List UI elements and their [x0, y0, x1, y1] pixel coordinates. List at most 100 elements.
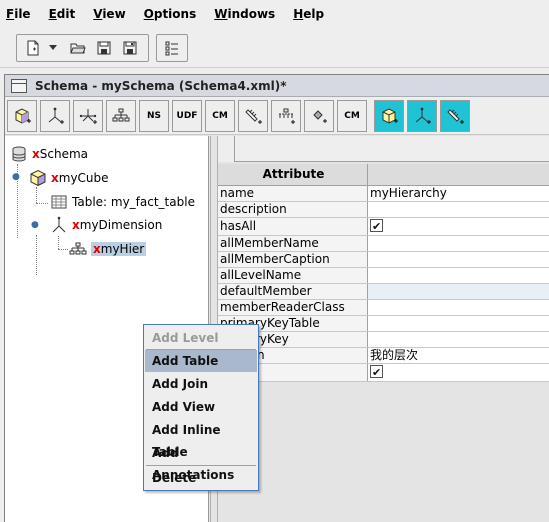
tree-connector — [36, 235, 37, 275]
add-dimension-usage-icon[interactable] — [73, 99, 103, 132]
tree-node-hierarchy[interactable]: xmyHier — [69, 239, 147, 259]
attribute-value[interactable] — [368, 252, 549, 267]
attribute-row[interactable]: primaryKey — [218, 332, 549, 348]
attribute-table: Attribute name myHierarchy description hasA… — [218, 164, 549, 382]
schema-icon — [10, 145, 28, 163]
context-menu-item[interactable]: Add Annotations — [145, 442, 257, 482]
context-menu-item[interactable]: Add Inline Table — [145, 419, 257, 459]
prefs-toolbar-group — [156, 34, 188, 62]
frame-title: Schema - mySchema (Schema4.xml)* — [35, 78, 287, 93]
attribute-row[interactable]: caption我的层次 — [218, 348, 549, 364]
attribute-name: allLevelName — [218, 268, 368, 283]
attribute-row[interactable]: description — [218, 202, 549, 218]
menu-view[interactable]: View — [91, 5, 127, 23]
add-virtual-dimension-icon[interactable] — [407, 99, 437, 132]
attribute-value[interactable] — [368, 332, 549, 347]
context-menu-item[interactable]: Delete — [145, 467, 257, 489]
menu-windows[interactable]: Windows — [212, 5, 277, 23]
add-cm-property-icon[interactable]: CM — [337, 99, 367, 132]
attribute-row[interactable]: allMemberName — [218, 236, 549, 252]
add-named-set-icon[interactable]: NS — [139, 99, 169, 132]
attribute-row[interactable]: visible — [218, 364, 549, 382]
context-menu-item: Add Level — [152, 331, 219, 345]
tree-node-table[interactable]: Table: my_fact_table — [50, 192, 195, 212]
add-hierarchy-icon[interactable] — [106, 99, 136, 132]
attribute-row[interactable]: hasAll — [218, 218, 549, 236]
attribute-value[interactable]: myHierarchy — [368, 186, 549, 201]
schema-frame: Schema - mySchema (Schema4.xml)* NS UDF … — [4, 74, 549, 522]
attribute-value[interactable] — [368, 268, 549, 283]
menu-options[interactable]: Options — [142, 5, 199, 23]
context-menu-item[interactable]: Add Join — [145, 373, 257, 395]
dimension-icon — [50, 216, 68, 234]
tree-connector — [58, 249, 68, 250]
attribute-row[interactable]: name myHierarchy — [218, 186, 549, 202]
value-column-header — [368, 164, 549, 185]
preferences-icon[interactable] — [161, 37, 183, 59]
attribute-value[interactable] — [368, 202, 549, 217]
attribute-panel: Attribute name myHierarchy description hasA… — [218, 136, 549, 522]
attribute-column-header: Attribute — [218, 164, 368, 185]
attribute-row[interactable]: defaultMember — [218, 284, 549, 300]
context-menu-item[interactable]: Add Table — [145, 350, 257, 372]
attribute-name: allMemberName — [218, 236, 368, 251]
attribute-value[interactable] — [368, 316, 549, 331]
attribute-panel-header — [218, 136, 549, 162]
attribute-name: hasAll — [218, 218, 368, 235]
attribute-name: defaultMember — [218, 284, 368, 299]
dropdown-arrow-icon[interactable] — [47, 37, 59, 59]
tree-node-schema[interactable]: x Schema — [10, 144, 88, 164]
attribute-row[interactable]: allMemberCaption — [218, 252, 549, 268]
menu-help[interactable]: Help — [291, 5, 326, 23]
add-measure-icon[interactable] — [238, 99, 268, 132]
attribute-checkbox[interactable] — [368, 364, 549, 381]
menu-bar: File Edit View Options Windows Help — [0, 0, 549, 28]
menu-file[interactable]: File — [4, 5, 33, 23]
checkbox-checked-icon[interactable] — [370, 364, 383, 381]
menu-separator — [146, 465, 256, 466]
menu-edit[interactable]: Edit — [47, 5, 78, 23]
main-toolbar — [0, 28, 549, 68]
attribute-row[interactable]: allLevelName — [218, 268, 549, 284]
checkbox-checked-icon[interactable] — [370, 218, 383, 235]
add-virtual-measure-icon[interactable] — [440, 99, 470, 132]
attribute-value[interactable] — [368, 284, 549, 299]
selected-node-label: xmyHier — [91, 242, 147, 256]
attribute-value[interactable] — [368, 236, 549, 251]
save-as-icon[interactable] — [118, 37, 142, 59]
header-corner — [218, 136, 235, 162]
add-property-icon[interactable] — [304, 99, 334, 132]
attribute-row[interactable]: memberReaderClass — [218, 300, 549, 316]
attribute-checkbox[interactable] — [368, 218, 549, 235]
tree-node-cube[interactable]: x myCube — [29, 168, 109, 188]
attribute-name: description — [218, 202, 368, 217]
new-icon[interactable] — [21, 37, 45, 59]
add-udf-icon[interactable]: UDF — [172, 99, 202, 132]
add-cube-icon[interactable] — [7, 99, 37, 132]
add-virtual-cube-icon[interactable] — [374, 99, 404, 132]
tree-connector — [36, 187, 37, 203]
cube-icon — [29, 169, 47, 187]
menu-separator — [146, 349, 256, 350]
attribute-value[interactable]: 我的层次 — [368, 348, 549, 363]
expand-handle-icon[interactable]: ● — [12, 172, 20, 182]
tree-node-dimension[interactable]: x myDimension — [50, 215, 162, 235]
open-icon[interactable] — [66, 37, 90, 59]
attribute-name: memberReaderClass — [218, 300, 368, 315]
attribute-name: name — [218, 186, 368, 201]
frame-title-bar[interactable]: Schema - mySchema (Schema4.xml)* — [5, 75, 549, 97]
add-calculated-member-icon[interactable]: CM — [205, 99, 235, 132]
tree-connector — [58, 236, 59, 249]
expand-handle-icon[interactable]: ● — [31, 220, 39, 230]
attribute-row[interactable]: primaryKeyTable — [218, 316, 549, 332]
schema-toolbar: NS UDF CM CM — [5, 97, 549, 135]
context-menu-item[interactable]: Add View — [145, 396, 257, 418]
add-level-icon[interactable] — [271, 99, 301, 132]
tree-connector — [36, 203, 48, 204]
attribute-name: allMemberCaption — [218, 252, 368, 267]
add-dimension-icon[interactable] — [40, 99, 70, 132]
attribute-value[interactable] — [368, 300, 549, 315]
save-icon[interactable] — [92, 37, 116, 59]
file-toolbar-group — [16, 34, 149, 62]
hierarchy-icon — [69, 240, 87, 258]
